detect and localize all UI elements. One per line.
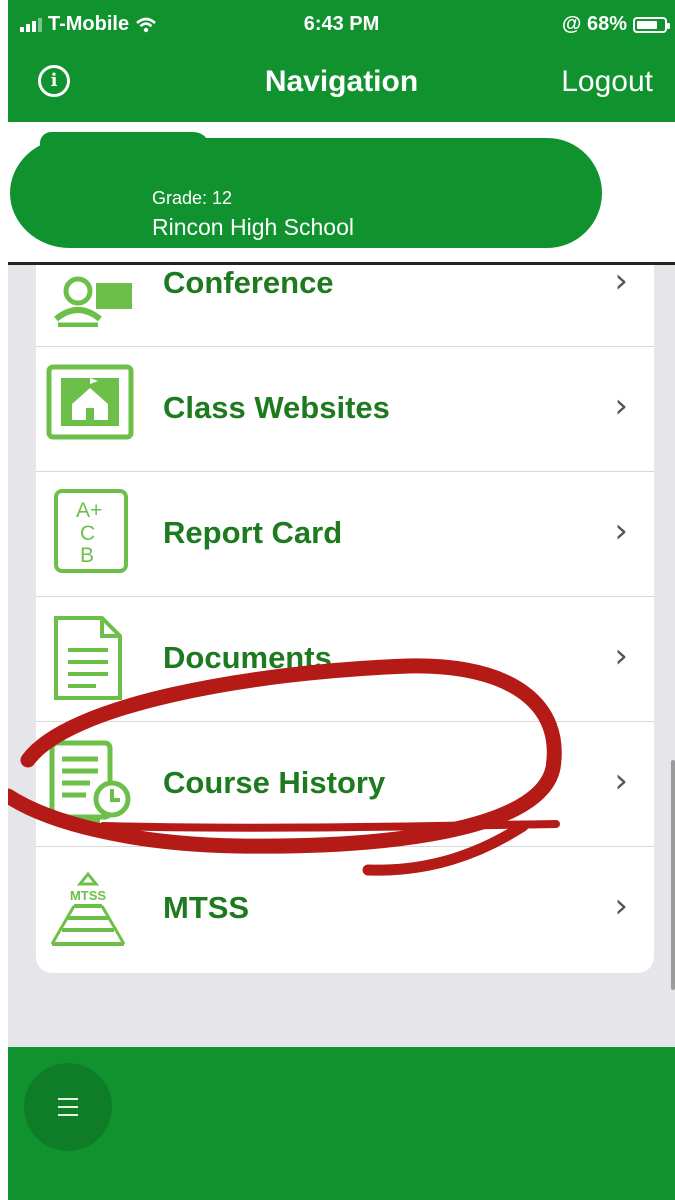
- course-history-icon: [49, 740, 131, 824]
- menu-item-documents[interactable]: Documents ›: [36, 596, 654, 722]
- logout-button[interactable]: Logout: [561, 65, 653, 99]
- menu-list: Conference › Class Websites › A+ C B Rep…: [36, 265, 654, 973]
- app-screen: T-Mobile 6:43 PM @ 68% i Navigation Logo…: [8, 0, 675, 1200]
- chevron-right-icon: ›: [614, 886, 628, 926]
- mtss-pyramid-icon: MTSS: [50, 871, 126, 946]
- navigation-bar: i Navigation Logout: [8, 55, 675, 115]
- chevron-right-icon: ›: [614, 265, 628, 301]
- status-bar: T-Mobile 6:43 PM @ 68%: [8, 0, 675, 50]
- document-icon: [54, 616, 122, 700]
- menu-item-class-websites[interactable]: Class Websites ›: [36, 346, 654, 472]
- scrollbar[interactable]: [671, 760, 675, 990]
- bottom-bar: [8, 1047, 675, 1200]
- menu-item-label: Documents: [163, 640, 332, 675]
- menu-item-label: Class Websites: [163, 390, 390, 425]
- battery-label: @ 68%: [561, 13, 627, 35]
- student-grade: Grade: 12: [152, 188, 233, 208]
- chevron-right-icon: ›: [614, 511, 628, 551]
- report-card-icon: A+ C B: [54, 489, 128, 573]
- battery-status: @ 68%: [561, 13, 670, 36]
- menu-item-course-history[interactable]: Course History ›: [36, 721, 654, 847]
- chevron-right-icon: ›: [614, 386, 628, 426]
- battery-icon: [633, 16, 670, 33]
- student-school: Rincon High School: [152, 214, 355, 240]
- menu-item-mtss[interactable]: MTSS MTSS ›: [36, 846, 654, 971]
- menu-item-report-card[interactable]: A+ C B Report Card ›: [36, 471, 654, 597]
- menu-item-conference[interactable]: Conference ›: [36, 265, 654, 347]
- menu-item-label: Course History: [163, 765, 386, 800]
- conference-icon: [54, 276, 132, 327]
- svg-text:C: C: [80, 522, 95, 545]
- student-profile-header: Grade: 12 Rincon High School: [8, 122, 675, 265]
- menu-item-label: Report Card: [163, 515, 343, 550]
- school-house-icon: [46, 364, 134, 440]
- svg-text:A+: A+: [76, 499, 102, 522]
- menu-scroll-area[interactable]: Conference › Class Websites › A+ C B Rep…: [8, 265, 675, 1047]
- chevron-right-icon: ›: [614, 761, 628, 801]
- menu-item-label: Conference: [163, 265, 334, 300]
- top-bar: T-Mobile 6:43 PM @ 68% i Navigation Logo…: [8, 0, 675, 122]
- menu-item-label: MTSS: [163, 890, 250, 925]
- svg-text:B: B: [80, 544, 94, 567]
- chevron-right-icon: ›: [614, 636, 628, 676]
- hamburger-menu-icon[interactable]: [24, 1063, 112, 1151]
- svg-text:MTSS: MTSS: [70, 888, 106, 903]
